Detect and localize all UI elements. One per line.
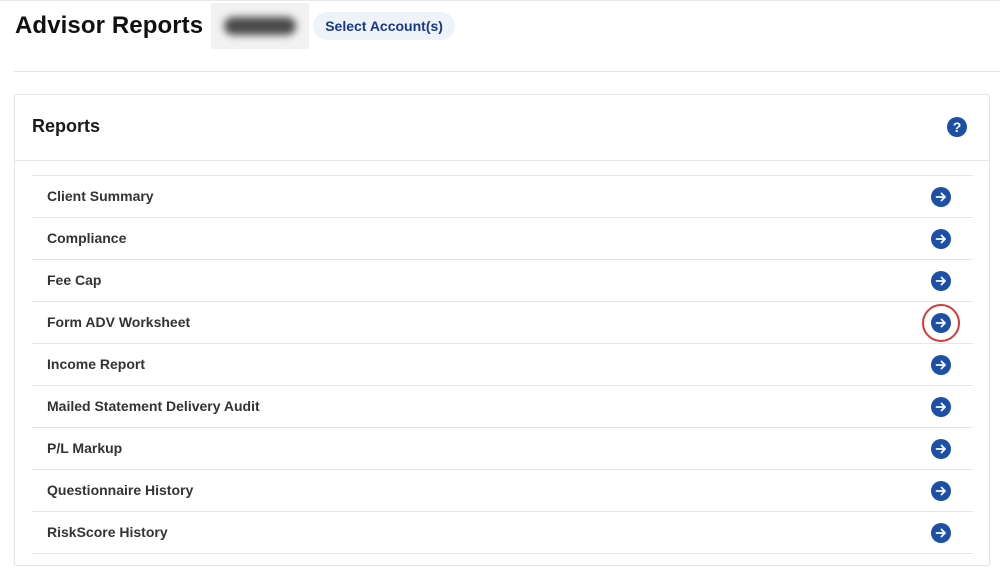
report-row[interactable]: Fee Cap: [32, 260, 973, 302]
select-accounts-button[interactable]: Select Account(s): [313, 12, 455, 40]
report-label: Questionnaire History: [47, 482, 194, 498]
redacted-account-name: [211, 3, 310, 49]
report-row[interactable]: Questionnaire History: [32, 470, 973, 512]
page-header: Advisor Reports Select Account(s): [15, 3, 455, 49]
report-label: Client Summary: [47, 188, 154, 204]
report-label: Income Report: [47, 356, 146, 372]
reports-card-header: Reports ?: [15, 95, 989, 161]
report-row[interactable]: Compliance: [32, 218, 973, 260]
report-row[interactable]: Mailed Statement Delivery Audit: [32, 386, 973, 428]
report-label: Compliance: [47, 230, 127, 246]
arrow-right-circle-icon[interactable]: [931, 271, 951, 291]
report-label: P/L Markup: [47, 440, 123, 456]
arrow-right-circle-icon[interactable]: [931, 523, 951, 543]
arrow-right-circle-icon[interactable]: [931, 229, 951, 249]
help-icon[interactable]: ?: [947, 117, 967, 137]
redacted-blur: [224, 17, 297, 35]
arrow-right-circle-icon[interactable]: [931, 481, 951, 501]
report-row[interactable]: Form ADV Worksheet: [32, 302, 973, 344]
report-row[interactable]: RiskScore History: [32, 512, 973, 554]
arrow-right-circle-icon[interactable]: [931, 355, 951, 375]
report-row[interactable]: Client Summary: [32, 176, 973, 218]
report-list: Client Summary Compliance Fee Cap Form ADV …: [32, 175, 973, 554]
arrow-right-circle-icon[interactable]: [922, 304, 960, 342]
report-row[interactable]: Income Report: [32, 344, 973, 386]
arrow-right-circle-icon[interactable]: [931, 439, 951, 459]
arrow-right-circle-icon[interactable]: [931, 187, 951, 207]
header-divider: [14, 71, 1000, 72]
report-label: RiskScore History: [47, 524, 168, 540]
reports-card-title: Reports: [32, 116, 101, 136]
top-border: [0, 0, 1000, 1]
report-row[interactable]: P/L Markup: [32, 428, 973, 470]
arrow-right-circle-icon[interactable]: [931, 397, 951, 417]
page-title: Advisor Reports: [15, 12, 204, 39]
report-label: Form ADV Worksheet: [47, 314, 191, 330]
report-label: Mailed Statement Delivery Audit: [47, 398, 260, 414]
report-label: Fee Cap: [47, 272, 102, 288]
